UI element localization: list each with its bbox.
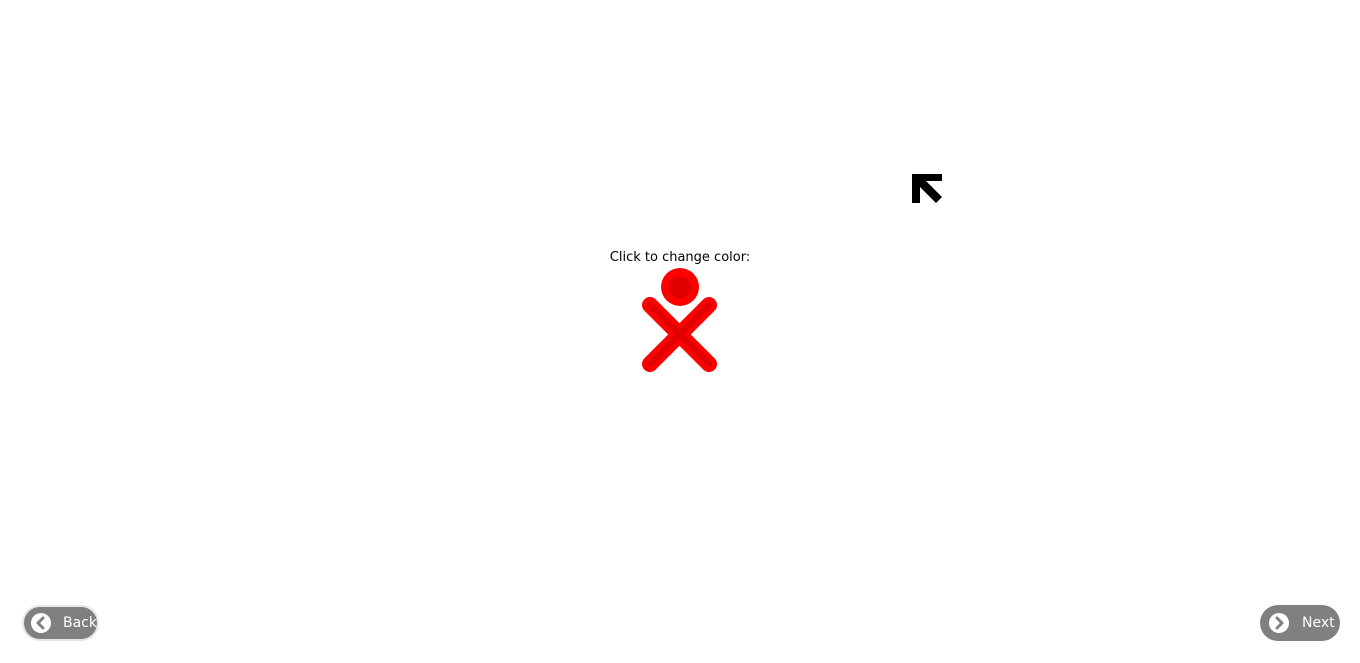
change-color-prompt: Click to change color: (609, 250, 751, 265)
next-button[interactable]: Next (1260, 605, 1340, 641)
page: Click to change color: Back Next (0, 0, 1360, 663)
back-label: Back (63, 615, 97, 631)
xo-color-button[interactable] (630, 266, 730, 376)
arrow-up-left-icon (912, 174, 942, 203)
next-label: Next (1302, 615, 1335, 631)
back-button[interactable]: Back (22, 605, 99, 641)
chevron-left-icon (31, 613, 51, 633)
chevron-right-icon (1269, 613, 1289, 633)
xo-icon (642, 268, 717, 372)
